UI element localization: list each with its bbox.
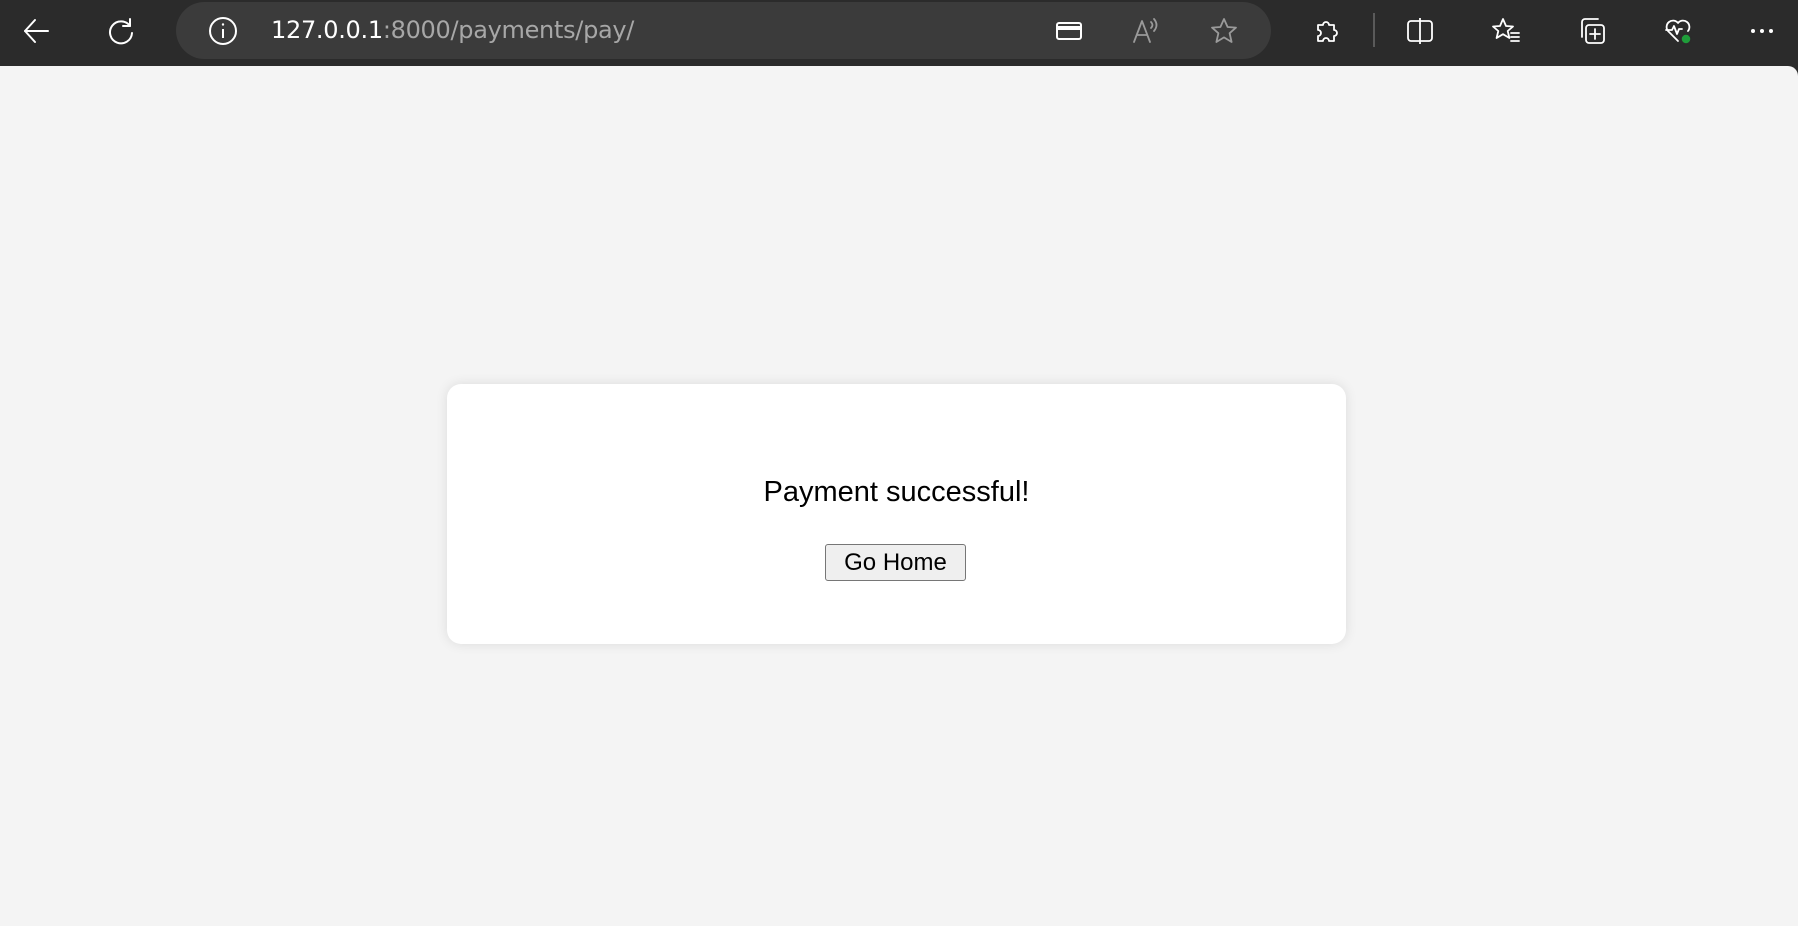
address-bar[interactable]: 127.0.0.1:8000/payments/pay/: [176, 2, 1271, 59]
page-viewport: Payment successful! Go Home: [0, 66, 1798, 926]
back-arrow-icon: [24, 19, 49, 43]
payment-status-message: Payment successful!: [763, 476, 1030, 508]
reload-icon: [109, 18, 133, 45]
go-home-button[interactable]: Go Home: [825, 544, 966, 581]
url-text[interactable]: 127.0.0.1:8000/payments/pay/: [271, 2, 634, 59]
payment-result-card: Payment successful! Go Home: [447, 384, 1346, 644]
favorites-button[interactable]: [1482, 9, 1530, 53]
star-icon: [1211, 18, 1237, 43]
more-menu-button[interactable]: [1738, 9, 1786, 53]
url-path: :8000/payments/pay/: [382, 16, 635, 44]
browser-essentials-button[interactable]: [1654, 9, 1702, 53]
read-aloud-button[interactable]: [1126, 12, 1166, 50]
toolbar-divider: [1373, 13, 1375, 47]
info-icon: [209, 17, 237, 45]
more-dots-icon: [1751, 29, 1773, 33]
payment-card-button[interactable]: [1049, 12, 1089, 50]
payment-card-icon: [1056, 22, 1082, 40]
heart-pulse-icon: [1665, 19, 1692, 45]
back-button[interactable]: [12, 9, 60, 53]
read-aloud-icon: [1133, 18, 1158, 43]
split-screen-icon: [1407, 18, 1433, 44]
collections-button[interactable]: [1568, 9, 1616, 53]
favorite-button[interactable]: [1204, 12, 1244, 50]
collections-icon: [1581, 18, 1605, 44]
url-host: 127.0.0.1: [271, 16, 383, 44]
extensions-button[interactable]: [1303, 9, 1351, 53]
split-screen-button[interactable]: [1396, 9, 1444, 53]
favorites-list-icon: [1492, 18, 1520, 42]
site-info-button[interactable]: [206, 14, 240, 48]
browser-toolbar: 127.0.0.1:8000/payments/pay/: [0, 0, 1798, 66]
extensions-puzzle-icon: [1317, 21, 1338, 42]
reload-button[interactable]: [97, 9, 145, 53]
